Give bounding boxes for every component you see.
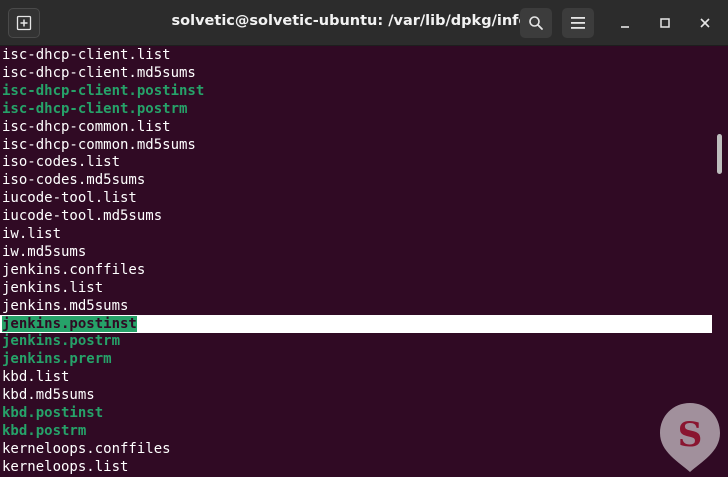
new-tab-icon xyxy=(16,15,32,31)
search-button[interactable] xyxy=(520,8,552,38)
menu-button[interactable] xyxy=(562,8,594,38)
terminal-line: kerneloops.list xyxy=(2,458,129,475)
terminal-line: jenkins.list xyxy=(2,279,104,296)
terminal-line: iw.list xyxy=(2,226,62,242)
maximize-icon xyxy=(660,18,670,28)
terminal-line: isc-dhcp-client.postrm xyxy=(2,100,188,117)
hamburger-menu-icon xyxy=(571,17,585,29)
terminal-line: isc-dhcp-common.list xyxy=(2,118,171,135)
search-icon xyxy=(529,16,543,30)
terminal-line: jenkins.prerm xyxy=(2,351,112,368)
terminal-line: kbd.postrm xyxy=(2,422,87,439)
terminal-line: iucode-tool.md5sums xyxy=(2,208,163,225)
terminal-output[interactable]: isc-dhcp-client.list isc-dhcp-client.md5s… xyxy=(0,45,714,477)
maximize-button[interactable] xyxy=(653,11,677,35)
terminal-line: isc-dhcp-client.list xyxy=(2,47,171,63)
minimize-icon xyxy=(621,26,629,28)
terminal-line: iucode-tool.list xyxy=(2,190,137,207)
terminal-line: kerneloops.conffiles xyxy=(2,440,171,457)
terminal-window: solvetic@solvetic-ubuntu: /var/lib/dpkg/… xyxy=(0,0,728,477)
window-title: solvetic@solvetic-ubuntu: /var/lib/dpkg/… xyxy=(171,13,529,29)
new-tab-button[interactable] xyxy=(8,8,40,38)
terminal-line: iw.md5sums xyxy=(2,243,87,260)
minimize-button[interactable] xyxy=(613,11,637,35)
close-icon xyxy=(700,18,710,28)
terminal-line: kbd.md5sums xyxy=(2,387,95,404)
terminal-line: iso-codes.md5sums xyxy=(2,172,146,189)
terminal-line: iso-codes.list xyxy=(2,154,121,171)
solvetic-logo-icon: S xyxy=(655,400,725,475)
close-button[interactable] xyxy=(693,11,717,35)
terminal-line: jenkins.md5sums xyxy=(2,297,129,314)
svg-text:S: S xyxy=(678,415,703,455)
terminal-line: isc-dhcp-common.md5sums xyxy=(2,136,196,153)
selected-filename: jenkins.postinst xyxy=(2,315,137,332)
terminal-line: jenkins.postrm xyxy=(2,333,121,350)
titlebar: solvetic@solvetic-ubuntu: /var/lib/dpkg/… xyxy=(0,0,728,46)
scrollbar-thumb[interactable] xyxy=(717,134,722,174)
terminal-line: isc-dhcp-client.postinst xyxy=(2,82,205,99)
terminal-line: kbd.postinst xyxy=(2,405,104,421)
terminal-line-selected: jenkins.postinst xyxy=(0,314,712,333)
terminal-line: isc-dhcp-client.md5sums xyxy=(2,64,196,81)
terminal-line: jenkins.conffiles xyxy=(2,261,146,278)
terminal-line: kbd.list xyxy=(2,369,70,386)
